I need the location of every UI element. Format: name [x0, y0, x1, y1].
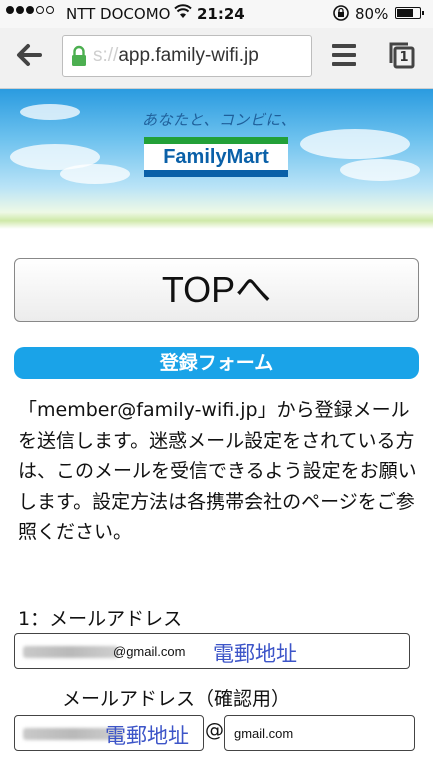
familymart-banner: あなたと、コンビに、 FamilyMart	[0, 89, 433, 229]
carrier-name: NTT DOCOMO	[66, 5, 171, 23]
confirm-email-label: メールアドレス（確認用）	[62, 688, 291, 710]
confirm-email-local-field[interactable]: 電郵地址	[14, 715, 204, 751]
top-button[interactable]: TOPへ	[14, 258, 419, 322]
battery-percent: 80%	[355, 5, 389, 23]
battery-icon	[395, 7, 424, 19]
familymart-logo: FamilyMart	[144, 137, 288, 177]
lock-icon	[71, 45, 87, 67]
section-title: 登録フォーム	[14, 347, 419, 379]
signal-strength-icon	[6, 6, 54, 14]
address-bar[interactable]: s://app.family-wifi.jp	[62, 35, 312, 77]
email-field[interactable]: @gmail.com 電郵地址	[14, 633, 410, 669]
back-arrow-icon[interactable]	[14, 40, 44, 70]
url-text: s://app.family-wifi.jp	[93, 45, 259, 66]
email-label: 1：メールアドレス	[18, 608, 183, 630]
at-symbol: @	[205, 719, 224, 741]
notice-text: 「member@family-wifi.jp」から登録メールを送信します。迷惑メ…	[18, 399, 417, 543]
wifi-icon	[174, 4, 192, 24]
status-bar: NTT DOCOMO 21:24 80%	[0, 0, 433, 28]
email-annotation: 電郵地址	[213, 642, 297, 666]
confirm-email-annotation: 電郵地址	[105, 724, 189, 748]
menu-icon[interactable]	[332, 44, 356, 66]
tab-count: 1	[399, 50, 409, 65]
browser-toolbar: s://app.family-wifi.jp 1	[0, 28, 433, 89]
confirm-email-domain-field[interactable]: gmail.com	[224, 715, 415, 751]
confirm-domain-value: gmail.com	[234, 726, 294, 741]
rotation-lock-icon	[332, 4, 350, 26]
banner-tagline: あなたと、コンビに、	[142, 111, 296, 129]
email-domain-value: @gmail.com	[113, 644, 186, 659]
clock: 21:24	[197, 5, 245, 23]
redacted-text	[23, 646, 118, 658]
